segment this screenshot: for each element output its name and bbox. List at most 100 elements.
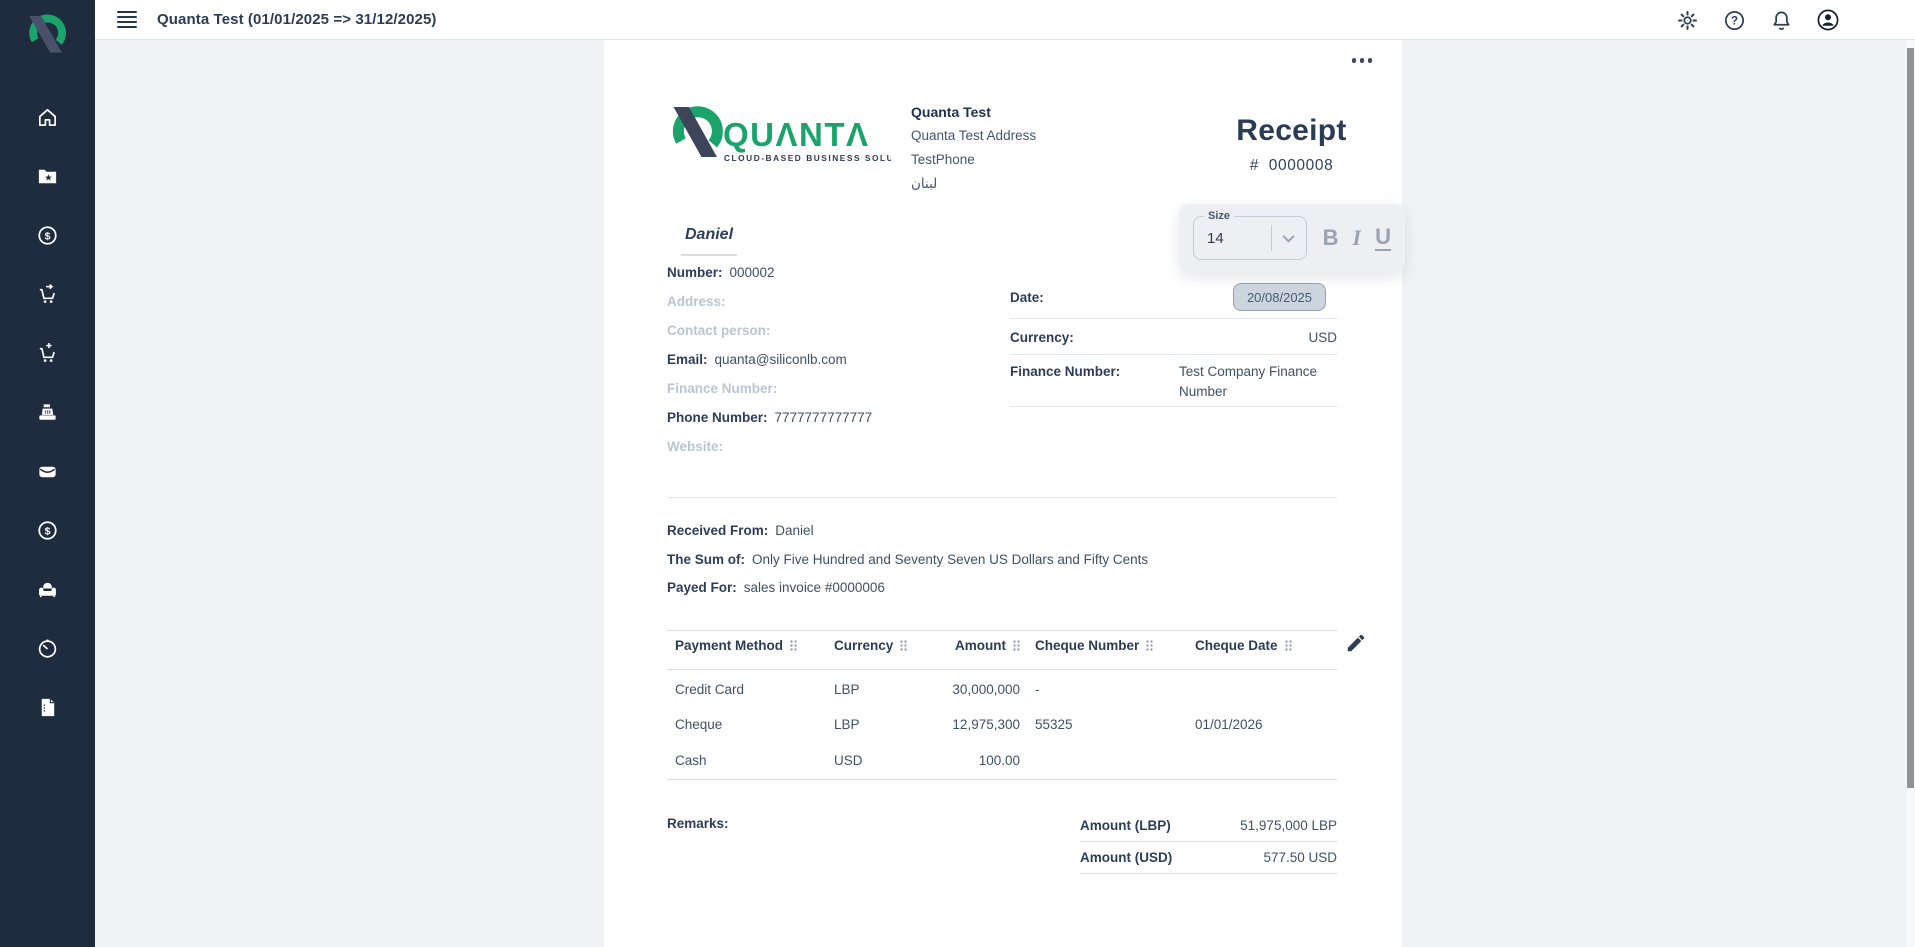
remarks-label: Remarks: (667, 816, 729, 831)
company-name: Quanta Test (911, 100, 1036, 124)
column-header-cheque-date[interactable]: Cheque Date (1195, 638, 1292, 653)
receipt-number: # 0000008 (1164, 157, 1419, 175)
customer-field-phone: Phone Number:7777777777777 (667, 410, 872, 425)
sidebar-item-reports[interactable] (0, 678, 95, 737)
date-input[interactable]: 20/08/2025 (1233, 283, 1326, 311)
svg-text:?: ? (1730, 15, 1737, 27)
sidebar-item-sales[interactable] (0, 265, 95, 324)
invoice-icon (36, 696, 59, 719)
drag-handle-icon (1146, 640, 1153, 651)
customer-field-address: Address: (667, 294, 733, 309)
page-title: Quanta Test (01/01/2025 => 31/12/2025) (157, 11, 437, 28)
menu-icon[interactable] (117, 11, 137, 29)
font-size-select[interactable]: Size 14 (1193, 216, 1307, 260)
finance-number-label: Finance Number: (1010, 364, 1120, 379)
sidebar-item-documents[interactable] (0, 147, 95, 206)
company-phone: TestPhone (911, 148, 1036, 172)
armchair-icon (36, 578, 59, 601)
company-logo: QUΛNTΛ CLOUD-BASED BUSINESS SOLUTIONS (666, 100, 891, 180)
bold-button[interactable]: B (1323, 227, 1339, 249)
folder-star-icon (36, 165, 59, 188)
table-cell: 55325 (1035, 717, 1073, 732)
column-header-amount[interactable]: Amount (894, 638, 1020, 653)
chevron-down-icon (1272, 234, 1306, 243)
company-address: Quanta Test Address (911, 124, 1036, 148)
customer-field-contact: Contact person: (667, 323, 778, 338)
dollar-circle-icon: $ (36, 224, 59, 247)
format-toolbar: Size 14 B I U (1179, 204, 1405, 272)
more-options-icon[interactable] (1348, 54, 1377, 67)
table-cell: - (1035, 682, 1040, 697)
table-bottom-border (667, 779, 1337, 780)
cash-register-icon (36, 401, 59, 424)
cart-arrow-icon (36, 283, 59, 306)
drag-handle-icon (1013, 640, 1020, 651)
table-cell: Cash (675, 753, 707, 768)
total-lbp-value: 51,975,000 LBP (1240, 818, 1337, 833)
table-cell: USD (834, 753, 863, 768)
bell-icon[interactable] (1769, 8, 1793, 32)
payed-for-row: Payed For:sales invoice #0000006 (667, 580, 885, 595)
table-cell: 100.00 (894, 753, 1020, 768)
section-divider (667, 497, 1337, 498)
customer-field-number: Number:000002 (667, 265, 775, 280)
svg-text:$: $ (45, 230, 51, 242)
gear-icon[interactable] (1675, 8, 1699, 32)
currency-value: USD (1308, 330, 1337, 345)
svg-text:$: $ (45, 525, 51, 537)
sidebar-item-expenses[interactable]: $ (0, 501, 95, 560)
column-header-payment-method[interactable]: Payment Method (675, 638, 797, 653)
sidebar-nav: $ $ (0, 88, 95, 737)
sidebar-item-time[interactable] (0, 619, 95, 678)
sum-of-row: The Sum of:Only Five Hundred and Seventy… (667, 552, 1148, 567)
font-size-value: 14 (1194, 230, 1271, 247)
total-lbp-label: Amount (LBP) (1080, 818, 1171, 833)
total-usd-value: 577.50 USD (1263, 850, 1337, 865)
italic-button[interactable]: I (1353, 227, 1362, 249)
timer-icon (36, 637, 59, 660)
app-logo-icon[interactable] (24, 12, 70, 58)
table-cell: 12,975,300 (894, 717, 1020, 732)
topbar: Quanta Test (01/01/2025 => 31/12/2025) ? (95, 0, 1915, 40)
totals-block: Amount (LBP) 51,975,000 LBP Amount (USD)… (1080, 810, 1337, 874)
dollar-circle-icon: $ (36, 519, 59, 542)
table-header-border (667, 669, 1337, 670)
sidebar-item-payments[interactable] (0, 442, 95, 501)
company-country: لبنان (911, 172, 1036, 196)
sidebar-item-pos[interactable] (0, 383, 95, 442)
brand-tagline: CLOUD-BASED BUSINESS SOLUTIONS (724, 153, 891, 163)
column-header-cheque-number[interactable]: Cheque Number (1035, 638, 1153, 653)
wallet-icon (36, 460, 59, 483)
table-cell: LBP (834, 682, 860, 697)
pencil-icon (1345, 632, 1367, 654)
customer-field-email: Email:quanta@siliconlb.com (667, 352, 847, 367)
sidebar-item-assets[interactable] (0, 560, 95, 619)
customer-name-divider (681, 254, 737, 256)
drag-handle-icon (1285, 640, 1292, 651)
edit-payments-button[interactable] (1345, 632, 1369, 656)
sidebar: $ $ (0, 0, 95, 947)
drag-handle-icon (790, 640, 797, 651)
home-icon (36, 106, 59, 129)
help-icon[interactable]: ? (1722, 8, 1746, 32)
brand-text: QUΛNTΛ (723, 116, 870, 153)
total-usd-label: Amount (USD) (1080, 850, 1172, 865)
underline-button[interactable]: U (1375, 226, 1391, 251)
received-from-row: Received From:Daniel (667, 523, 814, 538)
company-info: Quanta Test Quanta Test Address TestPhon… (911, 100, 1036, 196)
customer-field-website: Website: (667, 439, 730, 454)
table-cell: Cheque (675, 717, 722, 732)
sidebar-item-home[interactable] (0, 88, 95, 147)
scrollbar-track[interactable] (1906, 40, 1915, 947)
table-cell: 01/01/2026 (1195, 717, 1263, 732)
avatar-icon[interactable] (1816, 8, 1840, 32)
date-label: Date: (1010, 290, 1044, 305)
customer-field-finance: Finance Number: (667, 381, 784, 396)
scrollbar-thumb[interactable] (1907, 48, 1914, 788)
currency-label: Currency: (1010, 330, 1074, 345)
sidebar-item-purchases[interactable] (0, 324, 95, 383)
finance-number-value: Test Company Finance Number (1179, 362, 1337, 402)
total-usd-row: Amount (USD) 577.50 USD (1080, 842, 1337, 874)
sidebar-item-finance[interactable]: $ (0, 206, 95, 265)
table-top-border (667, 630, 1337, 631)
